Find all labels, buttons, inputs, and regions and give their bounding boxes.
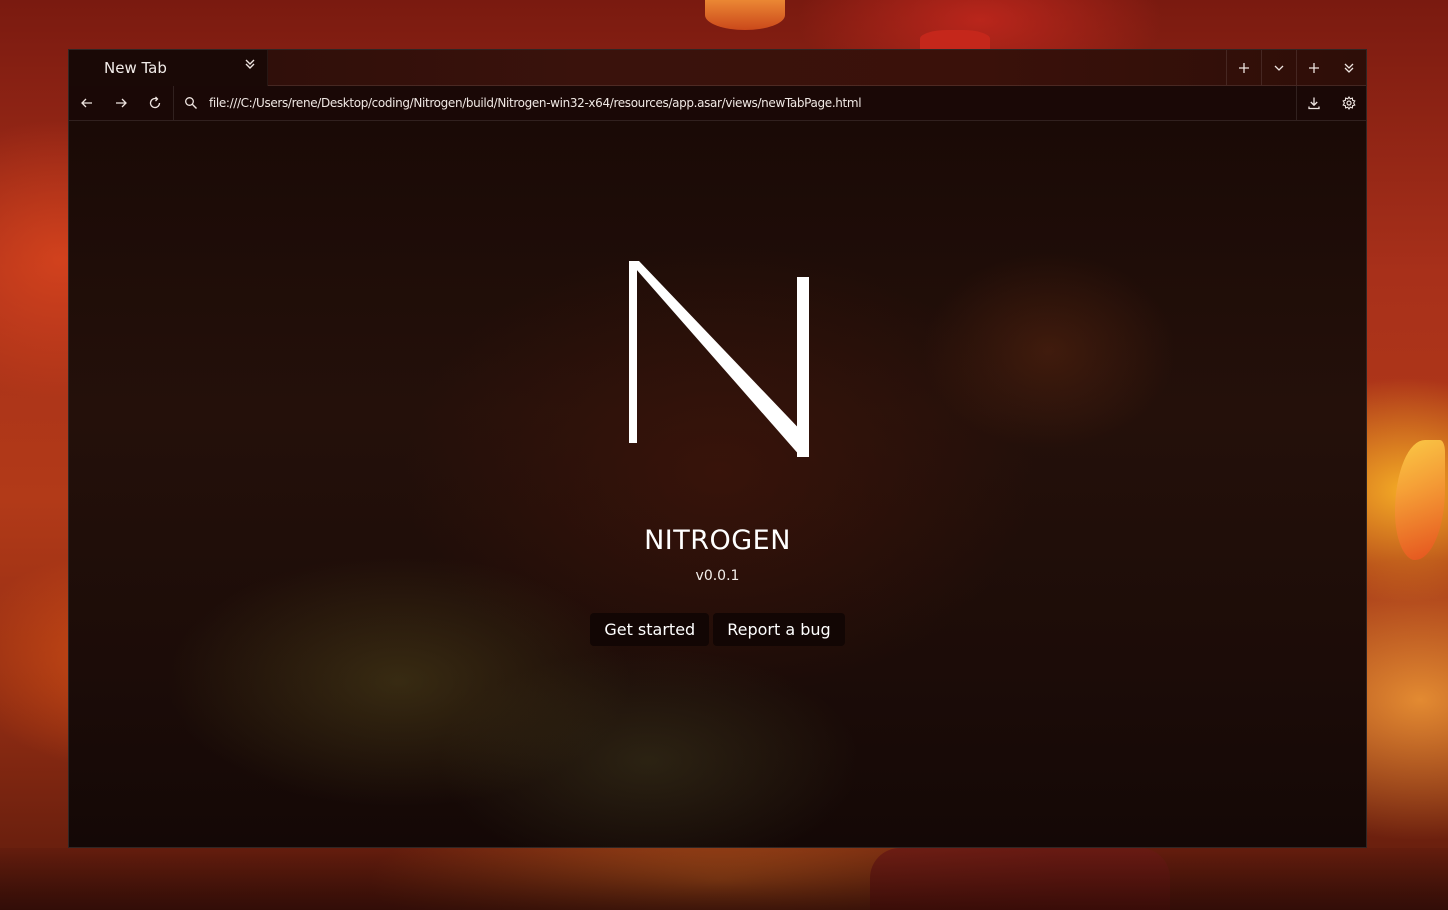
wallpaper-flame: [705, 0, 785, 30]
plus-icon[interactable]: [1226, 50, 1261, 85]
tab-new-tab[interactable]: New Tab: [69, 50, 268, 86]
reload-icon[interactable]: [138, 86, 172, 120]
browser-window: New Tab file:///C:/Users/rene/Desktop/co…: [68, 49, 1367, 848]
arrow-right-icon[interactable]: [104, 86, 138, 120]
brand-title: NITROGEN: [644, 525, 791, 556]
tab-bar: New Tab: [69, 50, 1366, 86]
search-icon: [174, 86, 208, 120]
arrow-left-icon[interactable]: [70, 86, 104, 120]
download-icon[interactable]: [1297, 86, 1331, 120]
chevron-double-down-icon[interactable]: [1331, 50, 1366, 85]
chevron-down-icon[interactable]: [1261, 50, 1296, 85]
address-bar-input[interactable]: file:///C:/Users/rene/Desktop/coding/Nit…: [209, 96, 1289, 110]
navigation-bar: file:///C:/Users/rene/Desktop/coding/Nit…: [69, 86, 1366, 121]
wallpaper-flame: [1395, 440, 1445, 560]
chevron-double-down-icon[interactable]: [241, 58, 259, 76]
plus-icon[interactable]: [1296, 50, 1331, 85]
tab-title: New Tab: [104, 59, 167, 77]
get-started-button[interactable]: Get started: [590, 613, 710, 646]
nitrogen-n-logo: [629, 261, 809, 457]
gear-icon[interactable]: [1332, 86, 1366, 120]
wallpaper-figure: [870, 848, 1170, 910]
new-tab-page: NITROGEN v0.0.1 Get started Report a bug: [69, 121, 1366, 847]
version-label: v0.0.1: [695, 568, 740, 584]
action-buttons: Get started Report a bug: [69, 613, 1366, 646]
wallpaper-ground: [0, 848, 1448, 910]
report-bug-button[interactable]: Report a bug: [713, 613, 845, 646]
